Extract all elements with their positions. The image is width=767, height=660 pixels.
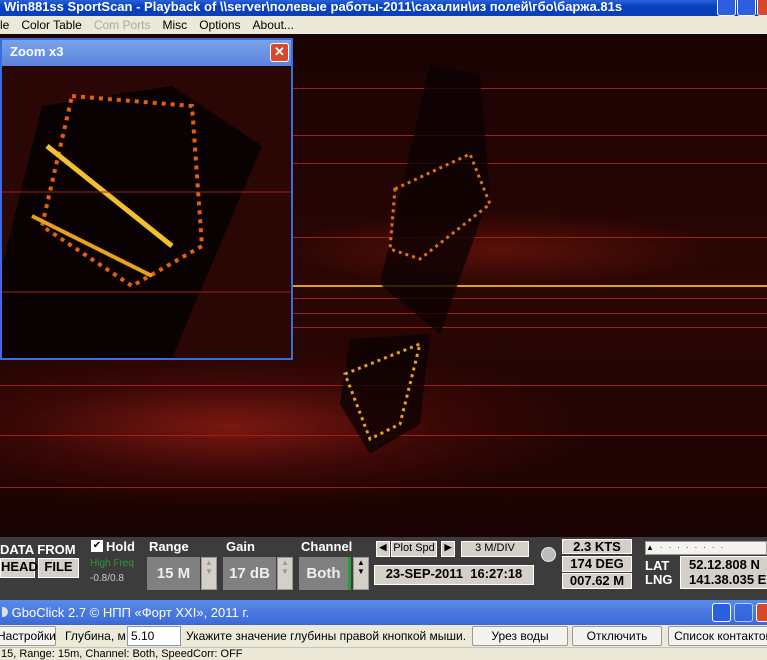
scale-value: 3 M/DIV [461,541,529,557]
plot-spd-label: Plot Spd [391,541,437,557]
depth-hint: Укажите значение глубины правой кнопкой … [186,629,467,643]
data-from-label: DATA FROM [0,542,76,557]
disconnect-button[interactable]: Отключить [572,626,662,646]
gbo-minimize-button[interactable] [712,603,731,622]
channel-value: Both [299,557,351,590]
menu-misc[interactable]: Misc [163,18,188,32]
menu-file[interactable]: le [0,18,9,32]
gain-spinner[interactable]: ▲ ▼ [277,557,293,590]
gbo-close-button[interactable] [756,603,767,622]
depth-value: 007.62 M [562,573,632,589]
plot-spd-right[interactable]: ▶ [441,541,455,557]
menu-about[interactable]: About... [253,18,294,32]
freq-range: -0.8/0.8 [90,573,124,584]
hold-checkbox[interactable]: ✔ [91,540,103,552]
datetime: 23-SEP-2011 16:27:18 [374,565,534,585]
status-bar: 15, Range: 15m, Channel: Both, SpeedCorr… [0,647,767,660]
gain-value: 17 dB [223,557,276,590]
zoom-title-bar: Zoom x3 ✕ [2,40,291,66]
range-label: Range [149,539,189,554]
range-spinner[interactable]: ▲ ▼ [201,557,217,590]
menu-bar: le Color Table Com Ports Misc Options Ab… [0,16,767,34]
zoom-title: Zoom x3 [10,44,64,59]
lng-label: LNG [645,572,673,587]
head-button[interactable]: HEAD [0,558,38,578]
menu-options[interactable]: Options [199,18,240,32]
contacts-button[interactable]: Список контактов [668,626,767,646]
settings-button[interactable]: Настройки [0,626,56,646]
waterline-button[interactable]: Урез воды [472,626,568,646]
status-text: 15, Range: 15m, Channel: Both, SpeedCorr… [1,648,243,660]
gbo-title: GboClick 2.7 © НПП «Форт XXI», 2011 г. [11,605,250,620]
gbo-toolbar: Настройки Глубина, м Укажите значение гл… [0,625,767,647]
menu-com-ports[interactable]: Com Ports [94,18,151,32]
app-icon [2,607,8,617]
latlng-box: 52.12.808 N 141.38.035 E [680,556,767,589]
depth-input[interactable] [127,626,181,646]
lng-value: 141.38.035 E [689,572,767,587]
close-button[interactable] [757,0,767,16]
hold-label: Hold [106,539,135,554]
zoom-image [2,66,291,358]
zoom-window[interactable]: Zoom x3 ✕ [0,38,293,360]
lat-label: LAT [645,558,670,573]
file-button[interactable]: FILE [38,558,79,578]
heading-value: 174 DEG [562,556,632,572]
zoom-close-button[interactable]: ✕ [270,43,289,62]
control-panel: DATA FROM HEAD FILE ✔ Hold High Freq -0.… [0,537,767,600]
menu-color-table[interactable]: Color Table [21,18,81,32]
speed-value: 2.3 KTS [562,539,632,554]
gbo-maximize-button[interactable] [734,603,753,622]
range-value: 15 M [147,557,200,590]
channel-spinner[interactable]: ▲ ▼ [353,557,369,590]
plot-spd-left[interactable]: ◀ [376,541,390,557]
window-title: Win881ss SportScan - Playback of \\serve… [4,0,623,14]
minimize-button[interactable] [717,0,736,16]
channel-label: Channel [301,539,353,554]
main-title-bar: Win881ss SportScan - Playback of \\serve… [0,0,767,16]
gain-label: Gain [226,539,255,554]
gbo-title-bar: GboClick 2.7 © НПП «Форт XXI», 2011 г. [0,600,767,625]
freq-label: High Freq [90,558,134,569]
depth-label: Глубина, м [65,629,126,643]
lat-value: 52.12.808 N [689,557,760,572]
track-slider[interactable]: ▲········ [645,541,767,555]
maximize-button[interactable] [737,0,756,16]
clock-icon [541,547,556,562]
